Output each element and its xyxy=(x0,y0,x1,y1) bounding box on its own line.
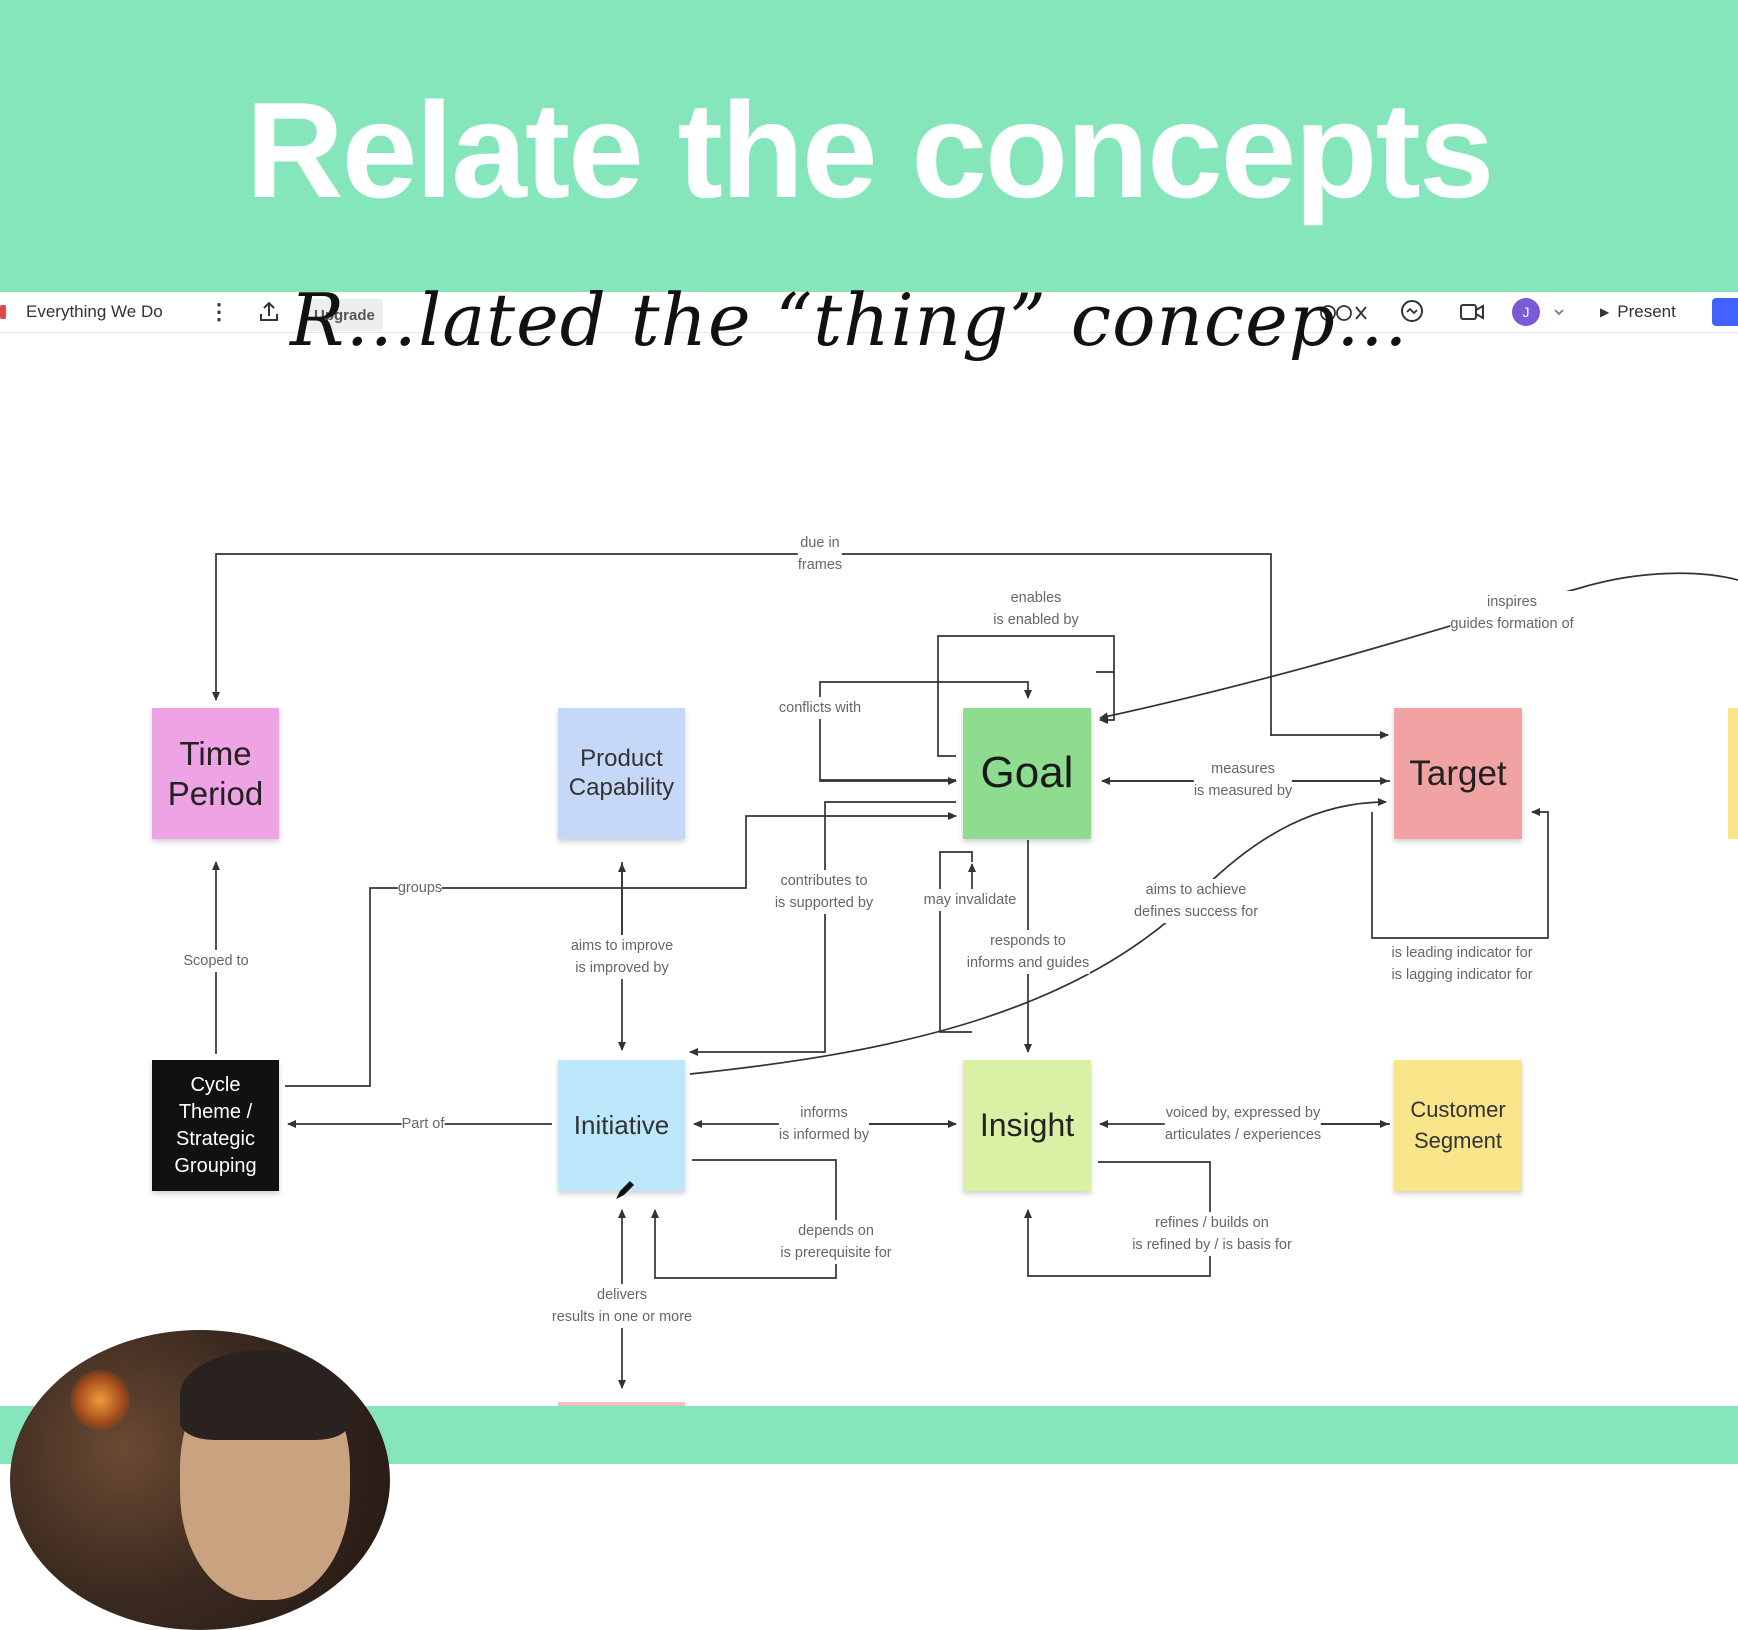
note-insight[interactable]: Insight xyxy=(963,1060,1091,1191)
note-product-capability[interactable]: Product Capability xyxy=(558,708,685,839)
edge-label-conflicts: conflicts with xyxy=(778,697,862,719)
edge-label-groups: groups xyxy=(397,877,443,899)
share-icon[interactable] xyxy=(256,292,282,332)
edge-label-due-in: due in frames xyxy=(797,532,843,576)
chevron-down-icon[interactable] xyxy=(1552,292,1566,332)
edge-label-may-invalidate: may invalidate xyxy=(923,889,1017,911)
edge-label-responds: responds to informs and guides xyxy=(966,930,1090,974)
board-tab-edge xyxy=(0,292,6,332)
share-board-button[interactable] xyxy=(1712,292,1738,332)
note-target[interactable]: Target xyxy=(1394,708,1522,839)
edge-label-informs: informs is informed by xyxy=(778,1102,870,1146)
pen-cursor-icon xyxy=(612,1177,638,1203)
note-offscreen-right[interactable] xyxy=(1728,708,1738,839)
edge-label-refines: refines / builds on is refined by / is ba… xyxy=(1132,1212,1292,1256)
avatar[interactable]: J xyxy=(1512,292,1540,332)
edge-label-scoped: Scoped to xyxy=(183,950,249,972)
edge-label-part-of: Part of xyxy=(401,1113,445,1135)
edge-label-voiced: voiced by, expressed by articulates / exp… xyxy=(1164,1102,1322,1146)
board-name[interactable]: Everything We Do xyxy=(26,292,163,332)
edge-label-measures: measures is measured by xyxy=(1193,758,1293,802)
diagram-canvas[interactable]: Time Period Product Capability Goal Targ… xyxy=(0,332,1738,1406)
edge-label-contributes: contributes to is supported by xyxy=(774,870,874,914)
note-cycle-theme[interactable]: Cycle Theme / Strategic Grouping xyxy=(152,1060,279,1191)
slide-title: Relate the concepts xyxy=(245,74,1495,226)
edge-label-inspires: inspires guides formation of xyxy=(1450,591,1574,635)
note-customer-segment[interactable]: Customer Segment xyxy=(1394,1060,1522,1191)
present-button[interactable]: ▶ Present xyxy=(1600,292,1676,332)
presenter-webcam xyxy=(10,1330,390,1630)
video-icon[interactable] xyxy=(1458,292,1486,332)
play-icon: ▶ xyxy=(1600,305,1610,319)
edge-label-delivers: delivers results in one or more xyxy=(551,1284,693,1328)
note-goal[interactable]: Goal xyxy=(963,708,1091,839)
board-heading: R…lated the “thing” concep… xyxy=(290,278,1409,362)
edge-label-depends: depends on is prerequisite for xyxy=(780,1220,892,1264)
edge-label-aims-improve: aims to improve is improved by xyxy=(570,935,674,979)
menu-dots-icon[interactable]: ⋮ xyxy=(208,292,230,332)
edge-label-enables: enables is enabled by xyxy=(993,587,1079,631)
note-time-period[interactable]: Time Period xyxy=(152,708,279,839)
edge-label-aims-achieve: aims to achieve defines success for xyxy=(1133,879,1259,923)
note-initiative[interactable]: Initiative xyxy=(558,1060,685,1191)
edge-label-leading: is leading indicator for is lagging indic… xyxy=(1391,942,1533,986)
